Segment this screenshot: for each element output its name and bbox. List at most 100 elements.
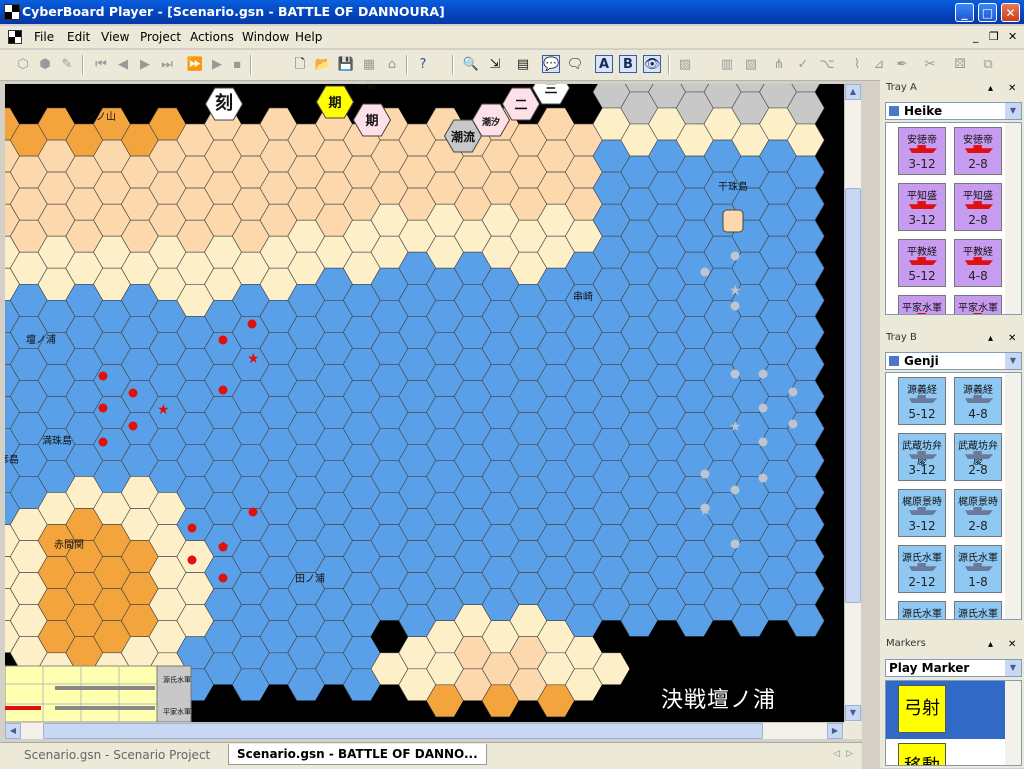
align-icon[interactable]: ▥ <box>718 56 736 74</box>
tab-scroll-right-icon[interactable]: ▷ <box>846 749 853 759</box>
map-board[interactable]: ★★★★★★刻期期潮流二三潮汐干珠島壇ノ浦満珠島田ノ浦串崎彦島赤間関火ノ山寺倉源… <box>5 84 844 722</box>
genji-fleet-marker[interactable] <box>788 387 798 397</box>
map-horizontal-scrollbar[interactable]: ◀ ▶ <box>5 722 844 739</box>
genji-fleet-marker[interactable] <box>700 469 710 479</box>
play-icon[interactable]: ▶ <box>208 56 226 74</box>
stop-icon[interactable]: ■ <box>228 56 246 74</box>
genji-leader-star-icon[interactable]: ★ <box>699 503 712 519</box>
genji-fleet-marker[interactable] <box>730 301 740 311</box>
tab-scenario-project[interactable]: Scenario.gsn - Scenario Project <box>16 745 218 765</box>
genji-fleet-marker[interactable] <box>730 539 740 549</box>
resize-icon[interactable]: ⇲ <box>486 56 504 74</box>
plot-icon[interactable]: ⌇ <box>848 56 866 74</box>
counter-heike[interactable]: 平知盛 3-12 <box>898 183 946 231</box>
scroll-up-arrow-icon[interactable]: ▲ <box>845 84 861 100</box>
chevron-down-icon[interactable]: ▼ <box>1005 660 1021 676</box>
heike-fleet-marker[interactable] <box>218 335 228 345</box>
minimize-button[interactable]: _ <box>955 3 974 22</box>
counter-genji[interactable]: 源義経 4-8 <box>954 377 1002 425</box>
group-icon[interactable]: ▧ <box>742 56 760 74</box>
counter-genji[interactable]: 源氏水軍 <box>954 601 1002 619</box>
prev-move-icon[interactable]: ◀ <box>114 56 132 74</box>
markers-close-button[interactable]: ✕ <box>1008 639 1016 650</box>
stack-icon[interactable]: ▨ <box>676 56 694 74</box>
open-folder-icon[interactable]: 📂 <box>314 56 332 74</box>
tray-a-list[interactable]: 安徳帝 3-12 安徳帝 2-8 平知盛 3-12 平知盛 2-8 平教経 5-12 平教経 4-8 平… <box>885 122 1022 315</box>
vertical-scroll-thumb[interactable] <box>845 188 861 603</box>
scroll-right-arrow-icon[interactable]: ▶ <box>827 723 843 739</box>
markers-select[interactable]: Play Marker ▼ <box>885 659 1022 677</box>
heike-fleet-marker[interactable] <box>187 555 197 565</box>
genji-fleet-marker[interactable] <box>758 403 768 413</box>
app-icon[interactable] <box>4 4 20 20</box>
tab-scroll-left-icon[interactable]: ◁ <box>833 749 840 759</box>
heike-fleet-marker[interactable] <box>128 388 138 398</box>
counter-genji[interactable]: 武蔵坊弁慶 3-12 <box>898 433 946 481</box>
genji-fleet-marker[interactable] <box>758 473 768 483</box>
record-icon[interactable]: ⌂ <box>383 56 401 74</box>
tray-b-scrollbar[interactable] <box>1005 373 1021 619</box>
mdi-restore-button[interactable]: ❐ <box>989 30 999 43</box>
counter-heike[interactable]: 平知盛 2-8 <box>954 183 1002 231</box>
counter-genji[interactable]: 梶原景時 2-8 <box>954 489 1002 537</box>
menu-edit[interactable]: Edit <box>67 30 90 44</box>
heike-fleet-marker[interactable] <box>98 437 108 447</box>
menu-help[interactable]: Help <box>295 30 322 44</box>
board-view-icon[interactable]: ▤ <box>514 56 532 74</box>
genji-fleet-marker[interactable] <box>730 369 740 379</box>
first-move-icon[interactable]: ⏮ <box>92 56 110 74</box>
tray-a-scrollbar[interactable] <box>1005 123 1021 314</box>
menu-window[interactable]: Window <box>242 30 289 44</box>
marker-move[interactable]: 移動 <box>898 743 946 765</box>
heike-fleet-marker[interactable] <box>98 371 108 381</box>
tray-a-button[interactable]: A <box>595 55 613 73</box>
minimap[interactable]: 源氏水軍平家水軍 <box>5 665 192 722</box>
counter-genji[interactable]: 源氏水軍 <box>898 601 946 619</box>
counter-genji[interactable]: 源義経 5-12 <box>898 377 946 425</box>
chevron-down-icon[interactable]: ▼ <box>1005 353 1021 369</box>
zoom-icon[interactable]: 🔍 <box>462 56 480 74</box>
markers-scrollbar[interactable] <box>1005 681 1021 765</box>
genji-fleet-marker[interactable] <box>788 419 798 429</box>
menu-project[interactable]: Project <box>140 30 181 44</box>
pen-icon[interactable]: ✒ <box>893 56 911 74</box>
save-icon[interactable]: 💾 <box>337 56 355 74</box>
counter-genji[interactable]: 源氏水軍 1-8 <box>954 545 1002 593</box>
cut-icon[interactable]: ✂ <box>921 56 939 74</box>
heike-fleet-marker[interactable] <box>247 319 257 329</box>
counter-heike[interactable]: 平家水軍 <box>898 295 946 314</box>
heike-leader-star-icon[interactable]: ★ <box>217 539 230 555</box>
mdi-close-button[interactable]: ✕ <box>1008 30 1017 43</box>
menu-actions[interactable]: Actions <box>190 30 234 44</box>
fast-forward-icon[interactable]: ⏩ <box>186 56 204 74</box>
genji-fleet-marker[interactable] <box>730 485 740 495</box>
scroll-down-arrow-icon[interactable]: ▼ <box>845 705 861 721</box>
new-file-icon[interactable]: 🗋 <box>291 56 309 74</box>
heike-leader-star-icon[interactable]: ★ <box>247 351 260 367</box>
eye-icon[interactable]: 👁 <box>643 55 661 73</box>
tray-b-button[interactable]: B <box>619 55 637 73</box>
genji-fleet-marker[interactable] <box>730 251 740 261</box>
counter-heike[interactable]: 平教経 5-12 <box>898 239 946 287</box>
heike-fleet-marker[interactable] <box>218 385 228 395</box>
tray-b-close-button[interactable]: ✕ <box>1008 333 1016 344</box>
menu-view[interactable]: View <box>101 30 129 44</box>
counter-genji[interactable]: 源氏水軍 2-12 <box>898 545 946 593</box>
markers-list[interactable]: 弓射 移動 <box>885 680 1022 766</box>
speech-query-icon[interactable]: 🗨 <box>566 56 584 74</box>
heike-fleet-marker[interactable] <box>128 421 138 431</box>
lock-icon[interactable]: ⬢ <box>36 56 54 74</box>
counter-heike[interactable]: 平教経 4-8 <box>954 239 1002 287</box>
game-map[interactable]: ★★★★★★刻期期潮流二三潮汐干珠島壇ノ浦満珠島田ノ浦串崎彦島赤間関火ノ山寺倉源… <box>5 84 844 722</box>
speech-bubble-icon[interactable]: 💬 <box>542 55 560 73</box>
next-move-icon[interactable]: ▶ <box>136 56 154 74</box>
last-move-icon[interactable]: ⏭ <box>158 56 176 74</box>
genji-leader-star-icon[interactable]: ★ <box>729 419 742 435</box>
link-icon[interactable]: ⋔ <box>770 56 788 74</box>
genji-fleet-marker[interactable] <box>700 267 710 277</box>
heike-fleet-marker[interactable] <box>218 573 228 583</box>
markers-pin-icon[interactable]: ▴ <box>988 639 993 650</box>
check-icon[interactable]: ✓ <box>794 56 812 74</box>
dice-icon[interactable]: ⚄ <box>951 56 969 74</box>
maximize-button[interactable]: □ <box>978 3 997 22</box>
